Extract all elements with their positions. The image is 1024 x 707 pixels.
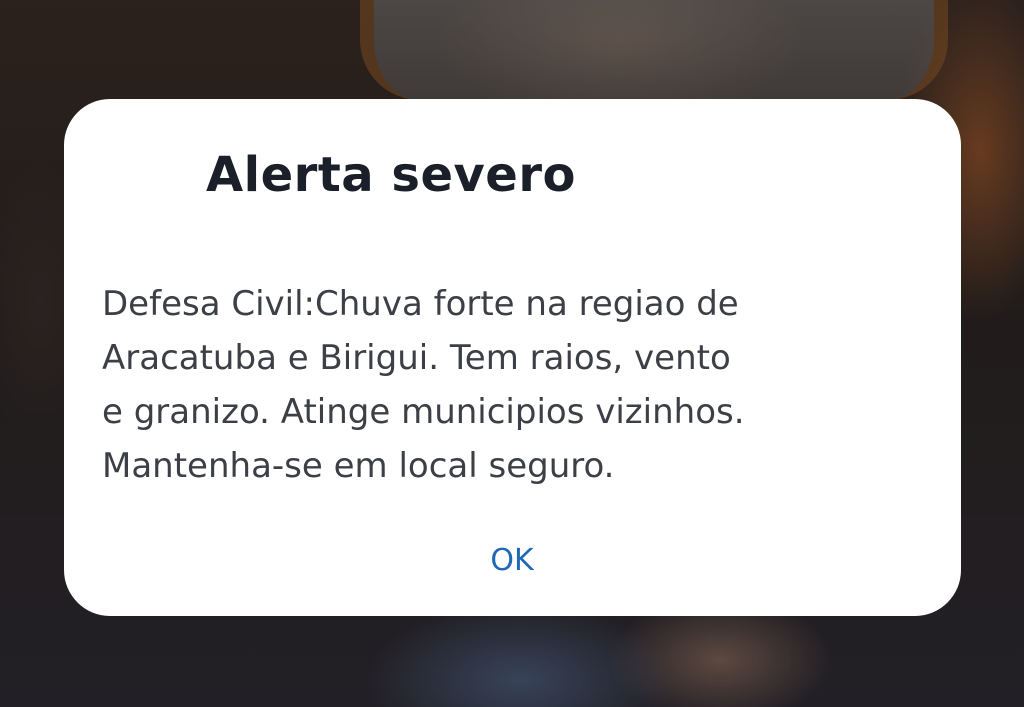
- message-line: e granizo. Atinge municipios vizinhos.: [102, 392, 745, 432]
- dialog-title: Alerta severo: [206, 147, 576, 203]
- dialog-message: Defesa Civil:Chuva forte na regiao de Ara…: [102, 277, 902, 493]
- message-line: Mantenha-se em local seguro.: [102, 446, 615, 486]
- ok-button[interactable]: OK: [462, 535, 562, 585]
- message-line: Defesa Civil:Chuva forte na regiao de: [102, 284, 739, 324]
- alert-dialog: Alerta severo Defesa Civil:Chuva forte n…: [64, 99, 961, 616]
- message-line: Aracatuba e Birigui. Tem raios, vento: [102, 338, 731, 378]
